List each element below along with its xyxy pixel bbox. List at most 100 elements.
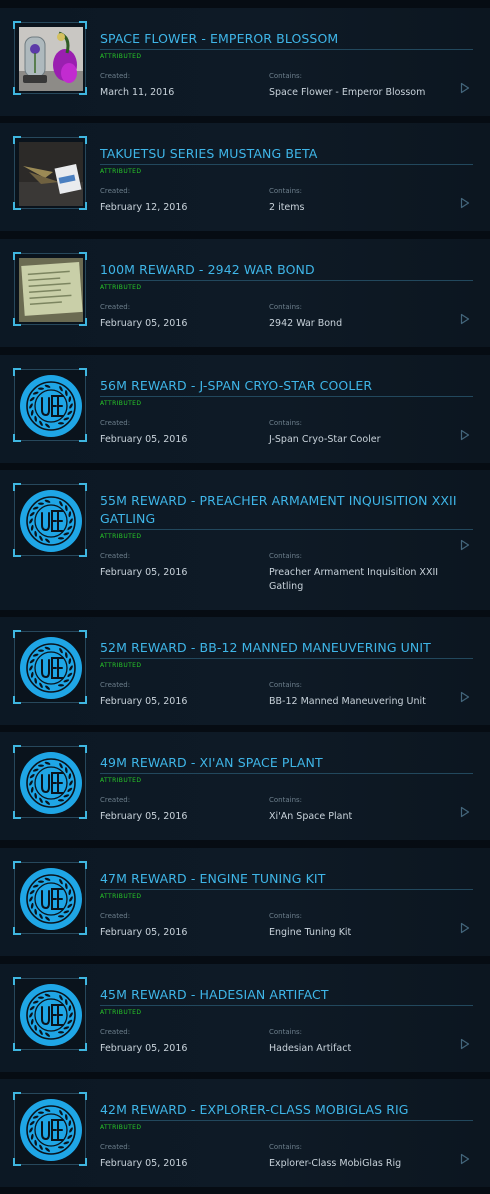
- created-date: February 05, 2016: [100, 318, 188, 329]
- contains-label: Contains:: [269, 419, 303, 427]
- pledge-thumbnail: [13, 252, 87, 326]
- flower-photo: [19, 27, 83, 91]
- pledge-item[interactable]: 52M REWARD - BB-12 MANNED MANEUVERING UN…: [0, 617, 490, 725]
- status-badge: ATTRIBUTED: [100, 53, 142, 60]
- play-arrow-icon[interactable]: [460, 197, 470, 209]
- contains-value: Engine Tuning Kit: [269, 927, 352, 938]
- contains-label: Contains:: [269, 1028, 303, 1036]
- contains-label: Contains:: [269, 303, 303, 311]
- contains-value: J-Span Cryo-Star Cooler: [269, 434, 381, 445]
- pledge-item[interactable]: 100M REWARD - 2942 WAR BOND ATTRIBUTED Cre…: [0, 239, 490, 347]
- pledge-thumbnail: [13, 745, 87, 819]
- contains-value: Hadesian Artifact: [269, 1043, 352, 1054]
- status-badge: ATTRIBUTED: [100, 284, 142, 291]
- uee-emblem-icon: [20, 637, 82, 699]
- created-date: February 05, 2016: [100, 1158, 188, 1169]
- status-badge: ATTRIBUTED: [100, 1009, 142, 1016]
- play-arrow-icon[interactable]: [460, 82, 470, 94]
- created-label: Created:: [100, 912, 131, 920]
- pledge-thumbnail: [13, 136, 87, 210]
- pledge-thumbnail: [13, 1092, 87, 1166]
- pledge-item[interactable]: 49M REWARD - XI'AN SPACE PLANT ATTRIBUTED…: [0, 732, 490, 840]
- pledge-thumbnail: [13, 861, 87, 935]
- created-label: Created:: [100, 681, 131, 689]
- pledge-item[interactable]: 42M REWARD - EXPLORER-CLASS MOBIGLAS RIG…: [0, 1079, 490, 1187]
- created-label: Created:: [100, 419, 131, 427]
- pledge-list: SPACE FLOWER - EMPEROR BLOSSOM ATTRIBUTED…: [0, 0, 490, 1194]
- created-date: February 05, 2016: [100, 927, 188, 938]
- created-label: Created:: [100, 72, 131, 80]
- play-arrow-icon[interactable]: [460, 691, 470, 703]
- created-date: February 05, 2016: [100, 696, 188, 707]
- contains-value: Explorer-Class MobiGlas Rig: [269, 1158, 402, 1169]
- contains-label: Contains:: [269, 552, 303, 560]
- title-divider: [100, 889, 473, 890]
- pledge-title[interactable]: 49M REWARD - XI'AN SPACE PLANT: [100, 754, 472, 772]
- contains-value: 2942 War Bond: [269, 318, 343, 329]
- pledge-title[interactable]: 47M REWARD - ENGINE TUNING KIT: [100, 870, 472, 888]
- uee-emblem-icon: [20, 984, 82, 1046]
- contains-label: Contains:: [269, 796, 303, 804]
- title-divider: [100, 1120, 473, 1121]
- play-arrow-icon[interactable]: [460, 429, 470, 441]
- created-date: February 05, 2016: [100, 434, 188, 445]
- title-divider: [100, 773, 473, 774]
- created-date: February 05, 2016: [100, 811, 188, 822]
- contains-label: Contains:: [269, 187, 303, 195]
- model-ship-photo: [19, 142, 83, 206]
- pledge-item[interactable]: 45M REWARD - HADESIAN ARTIFACT ATTRIBUTED…: [0, 964, 490, 1072]
- pledge-title[interactable]: 56M REWARD - J-SPAN CRYO-STAR COOLER: [100, 377, 472, 395]
- title-divider: [100, 1005, 473, 1006]
- contains-value: BB-12 Manned Maneuvering Unit: [269, 696, 426, 707]
- pledge-title[interactable]: SPACE FLOWER - EMPEROR BLOSSOM: [100, 30, 472, 48]
- title-divider: [100, 658, 473, 659]
- pledge-item[interactable]: 55M REWARD - PREACHER ARMAMENT INQUISITI…: [0, 470, 490, 610]
- contains-value: Xi'An Space Plant: [269, 811, 353, 822]
- title-divider: [100, 396, 473, 397]
- pledge-thumbnail: [13, 21, 87, 95]
- contains-value: Preacher Armament Inquisition XXII Gatli…: [269, 567, 439, 592]
- contains-label: Contains:: [269, 1143, 303, 1151]
- contains-value: 2 items: [269, 202, 305, 213]
- status-badge: ATTRIBUTED: [100, 168, 142, 175]
- created-label: Created:: [100, 187, 131, 195]
- created-label: Created:: [100, 552, 131, 560]
- created-date: March 11, 2016: [100, 87, 175, 98]
- status-badge: ATTRIBUTED: [100, 533, 142, 540]
- title-divider: [100, 529, 473, 530]
- play-arrow-icon[interactable]: [460, 1038, 470, 1050]
- pledge-item[interactable]: 47M REWARD - ENGINE TUNING KIT ATTRIBUTED…: [0, 848, 490, 956]
- pledge-title[interactable]: 42M REWARD - EXPLORER-CLASS MOBIGLAS RIG: [100, 1101, 472, 1119]
- uee-emblem-icon: [20, 752, 82, 814]
- contains-label: Contains:: [269, 681, 303, 689]
- play-arrow-icon[interactable]: [460, 806, 470, 818]
- uee-emblem-icon: [20, 490, 82, 552]
- created-label: Created:: [100, 303, 131, 311]
- uee-emblem-icon: [20, 1099, 82, 1161]
- status-badge: ATTRIBUTED: [100, 662, 142, 669]
- pledge-title[interactable]: 55M REWARD - PREACHER ARMAMENT INQUISITI…: [100, 492, 472, 528]
- title-divider: [100, 164, 473, 165]
- play-arrow-icon[interactable]: [460, 539, 470, 551]
- pledge-thumbnail: [13, 977, 87, 1051]
- created-date: February 05, 2016: [100, 567, 188, 578]
- pledge-title[interactable]: 45M REWARD - HADESIAN ARTIFACT: [100, 986, 472, 1004]
- war-bond-photo: [19, 258, 83, 322]
- play-arrow-icon[interactable]: [460, 1153, 470, 1165]
- pledge-item[interactable]: SPACE FLOWER - EMPEROR BLOSSOM ATTRIBUTED…: [0, 8, 490, 116]
- created-label: Created:: [100, 1143, 131, 1151]
- play-arrow-icon[interactable]: [460, 313, 470, 325]
- pledge-thumbnail: [13, 368, 87, 442]
- pledge-title[interactable]: 52M REWARD - BB-12 MANNED MANEUVERING UN…: [100, 639, 472, 657]
- contains-value: Space Flower - Emperor Blossom: [269, 87, 426, 98]
- pledge-title[interactable]: 100M REWARD - 2942 WAR BOND: [100, 261, 472, 279]
- created-date: February 12, 2016: [100, 202, 188, 213]
- pledge-title[interactable]: TAKUETSU SERIES MUSTANG BETA: [100, 145, 472, 163]
- created-label: Created:: [100, 1028, 131, 1036]
- status-badge: ATTRIBUTED: [100, 1124, 142, 1131]
- pledge-item[interactable]: TAKUETSU SERIES MUSTANG BETA ATTRIBUTED Cr…: [0, 123, 490, 231]
- play-arrow-icon[interactable]: [460, 922, 470, 934]
- pledge-item[interactable]: 56M REWARD - J-SPAN CRYO-STAR COOLER ATTR…: [0, 355, 490, 463]
- contains-label: Contains:: [269, 72, 303, 80]
- contains-label: Contains:: [269, 912, 303, 920]
